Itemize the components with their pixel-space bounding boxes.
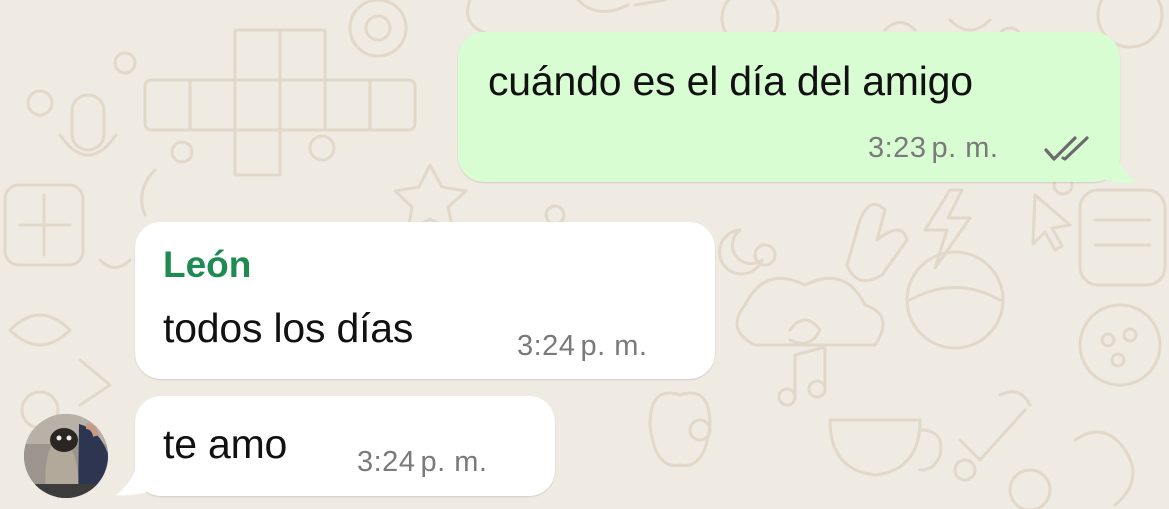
message-time-period: p. m.: [580, 330, 648, 362]
outgoing-message-text: cuándo es el día del amigo: [488, 58, 973, 104]
outgoing-message-time: 3:23 p. m.: [868, 132, 998, 165]
message-time-value: 3:24: [357, 446, 416, 478]
message-time-period: p. m.: [420, 446, 488, 478]
incoming-bubble-tail: [116, 462, 158, 496]
crossword-doodle: [143, 28, 417, 177]
sender-name[interactable]: León: [163, 244, 251, 286]
double-check-read-icon: [1044, 136, 1089, 161]
incoming-message-time: 3:24 p. m.: [517, 330, 647, 363]
contact-photo-icon: [24, 414, 108, 498]
outgoing-bubble-tail: [1095, 150, 1137, 184]
message-time-value: 3:23: [868, 132, 927, 164]
contact-avatar[interactable]: [24, 414, 108, 498]
incoming-message-text: te amo: [163, 421, 288, 467]
incoming-message-time: 3:24 p. m.: [357, 446, 487, 479]
message-time-period: p. m.: [931, 132, 999, 164]
message-time-value: 3:24: [517, 330, 576, 362]
outgoing-message-bubble[interactable]: [458, 32, 1120, 182]
incoming-message-text: todos los días: [163, 305, 414, 351]
